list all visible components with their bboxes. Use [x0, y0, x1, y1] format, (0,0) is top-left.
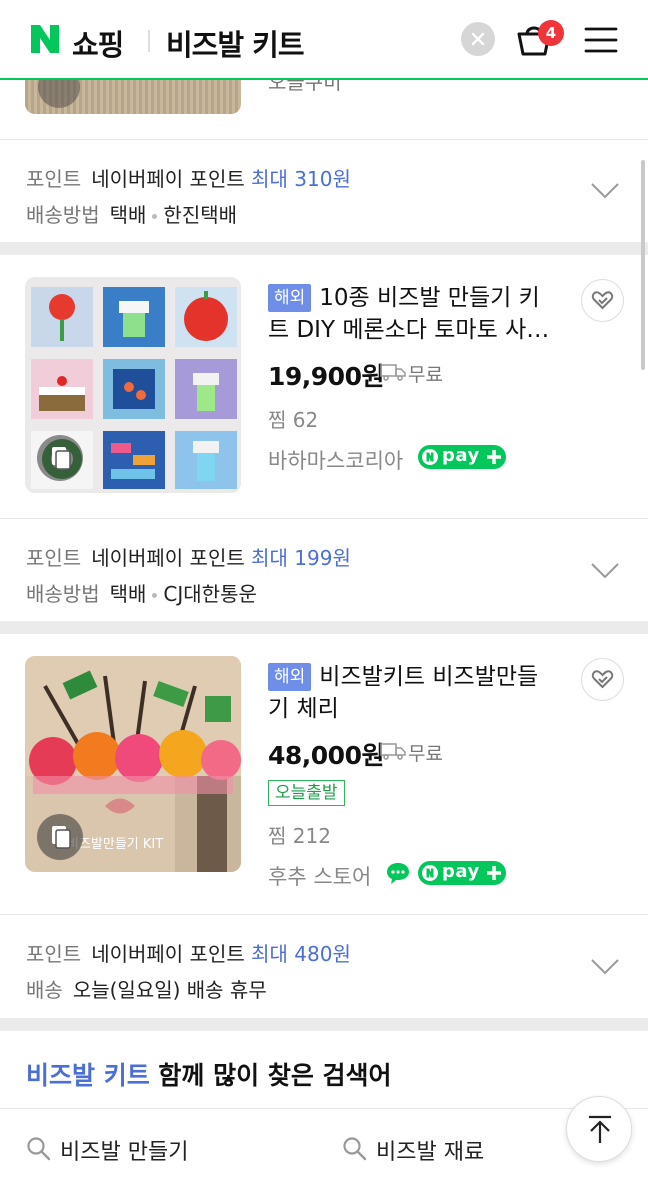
product-title-line2[interactable]: 기 체리: [268, 696, 339, 722]
shipping-label: 배송: [26, 978, 63, 1002]
talktalk-icon[interactable]: [385, 861, 411, 885]
search-icon: [343, 1137, 367, 1161]
shipping-fee: 무료: [408, 364, 443, 386]
store-name[interactable]: 바하마스코리아: [268, 445, 403, 475]
product-title[interactable]: 해외 10종 비즈발 만들기 키 트 DIY 메론소다 토마토 사…: [268, 282, 558, 346]
product-thumbnail[interactable]: 비즈발만들기 KIT: [25, 656, 241, 872]
shipping-method: 오늘(일요일) 배송 휴무: [72, 978, 267, 1002]
overseas-badge: 해외: [268, 284, 312, 312]
npay-n-icon: [422, 449, 438, 465]
product-thumbnail[interactable]: [25, 277, 241, 493]
point-label: 포인트: [26, 167, 82, 191]
truck-icon: [380, 743, 406, 760]
chevron-down-icon[interactable]: [590, 562, 620, 580]
heart-icon: [591, 670, 614, 689]
product-title-line2[interactable]: 트 DIY 메론소다 토마토 사…: [268, 317, 549, 343]
related-keyword: 비즈발 키트: [26, 1061, 150, 1090]
copy-icon: [37, 814, 83, 860]
shipping-row: 배송방법 택배 CJ대한통운: [26, 578, 257, 607]
wishlist-count: 찜 62: [268, 408, 319, 432]
product-price: 48,000원: [268, 741, 384, 770]
separator-dot: [152, 214, 158, 219]
close-icon: [471, 32, 485, 46]
point-label: 포인트: [26, 942, 82, 966]
zzim-button[interactable]: [581, 658, 624, 701]
clear-search-button[interactable]: [461, 22, 495, 56]
chevron-down-icon[interactable]: [590, 182, 620, 200]
point-type: 네이버페이 포인트: [91, 546, 245, 570]
header-divider: [148, 30, 150, 52]
search-query[interactable]: 비즈발 키트: [166, 22, 304, 64]
search-icon: [27, 1137, 51, 1161]
shipping-carrier: 한진택배: [163, 203, 238, 227]
shipping-label: 배송방법: [26, 582, 100, 606]
npay-n-icon: [422, 865, 438, 881]
copy-icon: [37, 435, 83, 481]
shipping-fee: 무료: [408, 743, 443, 765]
product-title[interactable]: 해외 비즈발키트 비즈발만들 기 체리: [268, 661, 558, 725]
product-title-line1[interactable]: 10종 비즈발 만들기 키: [319, 285, 539, 311]
separator-dot: [152, 593, 158, 598]
cart-count-badge: 4: [538, 20, 564, 46]
scroll-top-button[interactable]: [566, 1096, 632, 1162]
npay-text: pay: [442, 861, 480, 882]
point-type: 네이버페이 포인트: [91, 167, 245, 191]
related-title-rest: 함께 많이 찾은 검색어: [149, 1061, 392, 1090]
shipping-label: 배송방법: [26, 203, 100, 227]
point-row: 포인트 네이버페이 포인트 최대 480원: [26, 938, 351, 967]
section-gap: [0, 1018, 648, 1031]
npay-text: pay: [442, 445, 480, 466]
menu-icon[interactable]: [584, 26, 618, 54]
arrow-up-icon: [589, 1115, 611, 1143]
point-label: 포인트: [26, 546, 82, 570]
header: 쇼핑 비즈발 키트 4: [0, 0, 648, 80]
overseas-badge: 해외: [268, 663, 312, 691]
zzim-button[interactable]: [581, 279, 624, 322]
point-amount: 최대 480원: [251, 942, 351, 966]
chevron-down-icon[interactable]: [590, 958, 620, 976]
product-price: 19,900원: [268, 362, 384, 391]
shipping-carrier: CJ대한통운: [163, 582, 257, 606]
related-keyword-item[interactable]: 비즈발 재료: [376, 1134, 484, 1166]
divider: [0, 1108, 648, 1109]
today-dispatch-badge: 오늘출발: [268, 780, 345, 806]
shopping-logo-text[interactable]: 쇼핑: [72, 22, 124, 64]
divider: [0, 518, 648, 519]
wishlist-count: 찜 212: [268, 824, 331, 848]
point-row: 포인트 네이버페이 포인트 최대 199원: [26, 542, 351, 571]
section-gap: [0, 621, 648, 634]
shipping-method: 택배: [109, 203, 147, 227]
truck-icon: [380, 364, 406, 381]
related-keywords-title: 비즈발 키트 함께 많이 찾은 검색어: [26, 1056, 392, 1092]
shipping-method: 택배: [109, 582, 147, 606]
heart-icon: [591, 291, 614, 310]
shipping-row: 배송 오늘(일요일) 배송 휴무: [26, 974, 267, 1003]
naver-logo-icon[interactable]: [28, 22, 62, 56]
scrollbar[interactable]: [641, 160, 645, 370]
product-title-line1[interactable]: 비즈발키트 비즈발만들: [319, 664, 538, 690]
section-gap: [0, 242, 648, 255]
shipping-row: 배송방법 택배 한진택배: [26, 199, 237, 228]
plus-icon: [487, 866, 501, 880]
divider: [0, 914, 648, 915]
point-amount: 최대 310원: [251, 167, 351, 191]
point-row: 포인트 네이버페이 포인트 최대 310원: [26, 163, 351, 192]
point-type: 네이버페이 포인트: [91, 942, 245, 966]
npay-badge: pay: [418, 445, 506, 469]
divider: [0, 139, 648, 140]
store-name[interactable]: 후추 스토어: [268, 861, 371, 891]
npay-badge: pay: [418, 861, 506, 885]
related-keyword-item[interactable]: 비즈발 만들기: [60, 1134, 188, 1166]
plus-icon: [487, 450, 501, 464]
point-amount: 최대 199원: [251, 546, 351, 570]
